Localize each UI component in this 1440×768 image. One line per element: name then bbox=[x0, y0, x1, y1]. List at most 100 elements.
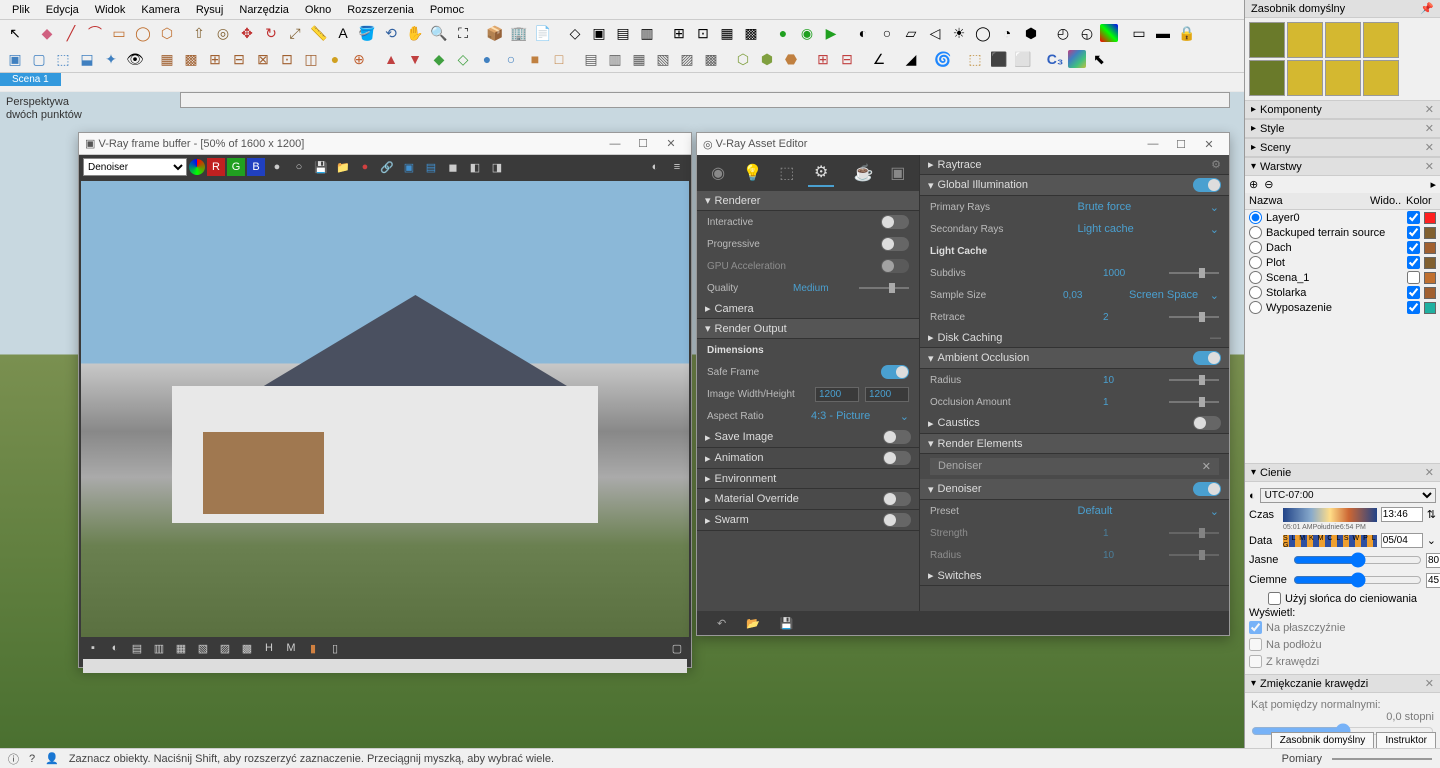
section-close-icon[interactable]: ✕ bbox=[1425, 103, 1434, 116]
style-section[interactable]: ▸ Style✕ bbox=[1245, 119, 1440, 138]
swirl-icon[interactable]: 🌀 bbox=[932, 48, 954, 70]
fb-foot10-icon[interactable]: M bbox=[281, 638, 301, 658]
ae-img-width-input[interactable] bbox=[815, 387, 859, 402]
front-icon[interactable]: ▤ bbox=[612, 22, 634, 44]
ext1-icon[interactable]: ▲ bbox=[380, 48, 402, 70]
outliner-icon[interactable]: ⬚ bbox=[52, 48, 74, 70]
ae-minimize-icon[interactable]: — bbox=[1139, 138, 1167, 150]
select-tool-icon[interactable]: ↖ bbox=[4, 22, 26, 44]
sandbox3-icon[interactable]: ⊞ bbox=[204, 48, 226, 70]
ae-disk-section[interactable]: ▸ Disk Caching— bbox=[920, 328, 1229, 348]
fb-g-channel[interactable]: G bbox=[227, 158, 245, 176]
ae-titlebar[interactable]: ◎ V-Ray Asset Editor — ☐ ✕ bbox=[697, 133, 1229, 155]
arc-tool-icon[interactable]: ⌒ bbox=[84, 22, 106, 44]
fb-maximize-icon[interactable]: ☐ bbox=[629, 137, 657, 150]
plugin1-icon[interactable]: ⬡ bbox=[732, 48, 754, 70]
offset-icon[interactable]: ◎ bbox=[212, 22, 234, 44]
ae-radius-slider[interactable] bbox=[1169, 379, 1219, 381]
ae-tab-fb-icon[interactable]: ▣ bbox=[885, 159, 911, 187]
time-spinner-icon[interactable]: ⇅ bbox=[1427, 508, 1436, 521]
ae-save-image-section[interactable]: ▸ Save Image bbox=[697, 427, 919, 448]
layer-radio[interactable] bbox=[1249, 211, 1262, 224]
ae-aspect-dropdown[interactable]: 4:3 - Picture⌄ bbox=[811, 410, 909, 423]
ae-raytrace-section[interactable]: ▸ Raytrace⚙ bbox=[920, 155, 1229, 175]
sandbox7-icon[interactable]: ◫ bbox=[300, 48, 322, 70]
status-user-icon[interactable]: 👤 bbox=[45, 752, 59, 765]
layer-color-swatch[interactable] bbox=[1424, 272, 1436, 284]
timeline-ruler[interactable] bbox=[180, 92, 1230, 108]
layer-radio[interactable] bbox=[1249, 301, 1262, 314]
zoom-extents-icon[interactable]: ⛶ bbox=[452, 22, 474, 44]
ext6-icon[interactable]: ○ bbox=[500, 48, 522, 70]
ae-sample-value[interactable]: 0,03 bbox=[1063, 290, 1123, 301]
menu-help[interactable]: Pomoc bbox=[422, 2, 472, 18]
ae-switches-section[interactable]: ▸ Switches bbox=[920, 566, 1229, 586]
top-icon[interactable]: ▣ bbox=[588, 22, 610, 44]
orbit-icon[interactable]: ⟲ bbox=[380, 22, 402, 44]
scene-tab-1[interactable]: Scena 1 bbox=[0, 73, 61, 86]
tex-icon[interactable]: ▩ bbox=[740, 22, 762, 44]
layer-vis-checkbox[interactable] bbox=[1407, 211, 1420, 224]
box1-icon[interactable]: ⬚ bbox=[964, 48, 986, 70]
layer-vis-checkbox[interactable] bbox=[1407, 226, 1420, 239]
material-swatch[interactable] bbox=[1287, 22, 1323, 58]
plugin3-icon[interactable]: ⬣ bbox=[780, 48, 802, 70]
vray-color-icon[interactable] bbox=[1100, 24, 1118, 42]
ae-interactive-toggle[interactable] bbox=[881, 215, 909, 229]
zmk-section[interactable]: ▾ Zmiękczanie krawędzi✕ bbox=[1245, 674, 1440, 693]
fb-render-image[interactable] bbox=[81, 181, 689, 637]
fb-foot11-icon[interactable]: ▮ bbox=[303, 638, 323, 658]
layout-icon[interactable]: 📄 bbox=[532, 22, 554, 44]
ae-environment-section[interactable]: ▸ Environment bbox=[697, 469, 919, 489]
fb-foot12-icon[interactable]: ▯ bbox=[325, 638, 345, 658]
make-comp-icon[interactable]: ▣ bbox=[4, 48, 26, 70]
sceny-section[interactable]: ▸ Sceny✕ bbox=[1245, 138, 1440, 157]
cienie-section[interactable]: ▾ Cienie✕ bbox=[1245, 463, 1440, 482]
ae-elements-section[interactable]: ▾ Render Elements bbox=[920, 434, 1229, 454]
solid-sphere-icon[interactable]: ● bbox=[324, 48, 346, 70]
ext4-icon[interactable]: ◇ bbox=[452, 48, 474, 70]
fb-foot5-icon[interactable]: ▦ bbox=[171, 638, 191, 658]
ae-open-icon[interactable]: 📂 bbox=[746, 617, 760, 630]
viewport[interactable]: Perspektywa dwóch punktów ▣ V-Ray frame … bbox=[0, 92, 1440, 748]
menu-draw[interactable]: Rysuj bbox=[188, 2, 232, 18]
layer-vis-checkbox[interactable] bbox=[1407, 256, 1420, 269]
polygon-tool-icon[interactable]: ⬡ bbox=[156, 22, 178, 44]
pushpull-icon[interactable]: ⇧ bbox=[188, 22, 210, 44]
circle-tool-icon[interactable]: ◯ bbox=[132, 22, 154, 44]
fb-foot6-icon[interactable]: ▧ bbox=[193, 638, 213, 658]
menu-camera[interactable]: Kamera bbox=[133, 2, 188, 18]
layer-color-swatch[interactable] bbox=[1424, 242, 1436, 254]
fb-foot2-icon[interactable]: ◐ bbox=[105, 638, 125, 658]
section2-icon[interactable]: ▬ bbox=[1152, 22, 1174, 44]
status-info-icon[interactable]: ⓘ bbox=[8, 751, 19, 767]
layer-vis-checkbox[interactable] bbox=[1407, 286, 1420, 299]
ae-save-icon[interactable]: 💾 bbox=[780, 617, 794, 630]
fb-link-icon[interactable]: 🔗 bbox=[377, 157, 397, 177]
ae-occ-slider[interactable] bbox=[1169, 401, 1219, 403]
move-icon[interactable]: ✥ bbox=[236, 22, 258, 44]
material-swatch[interactable] bbox=[1249, 60, 1285, 96]
layer-menu-icon[interactable]: ▸ bbox=[1430, 178, 1436, 191]
line-tool-icon[interactable]: ╱ bbox=[60, 22, 82, 44]
sun-checkbox[interactable] bbox=[1268, 592, 1281, 605]
material-swatch[interactable] bbox=[1363, 22, 1399, 58]
fb-channel-select[interactable]: Denoiser bbox=[83, 158, 187, 176]
ae-animation-toggle[interactable] bbox=[883, 451, 911, 465]
date-slider[interactable]: S L M K M C L S W P L G bbox=[1283, 535, 1377, 547]
fb-track-icon[interactable]: ▤ bbox=[421, 157, 441, 177]
section-icon[interactable]: ▭ bbox=[1128, 22, 1150, 44]
edit-comp-icon[interactable]: ⬓ bbox=[76, 48, 98, 70]
text-icon[interactable]: A bbox=[332, 22, 354, 44]
ae-retrace-slider[interactable] bbox=[1169, 316, 1219, 318]
wire-icon[interactable]: ⊡ bbox=[692, 22, 714, 44]
material-swatch[interactable] bbox=[1363, 60, 1399, 96]
ae-retrace-value[interactable]: 2 bbox=[1103, 312, 1163, 323]
fb-foot4-icon[interactable]: ▥ bbox=[149, 638, 169, 658]
ae-maximize-icon[interactable]: ☐ bbox=[1167, 138, 1195, 151]
ae-undo-icon[interactable]: ↶ bbox=[717, 617, 726, 630]
solid-union-icon[interactable]: ⊕ bbox=[348, 48, 370, 70]
vray-sun-icon[interactable]: ☀ bbox=[948, 22, 970, 44]
cursor-icon[interactable]: ⬉ bbox=[1088, 48, 1110, 70]
ae-caustics-toggle[interactable] bbox=[1193, 416, 1221, 430]
